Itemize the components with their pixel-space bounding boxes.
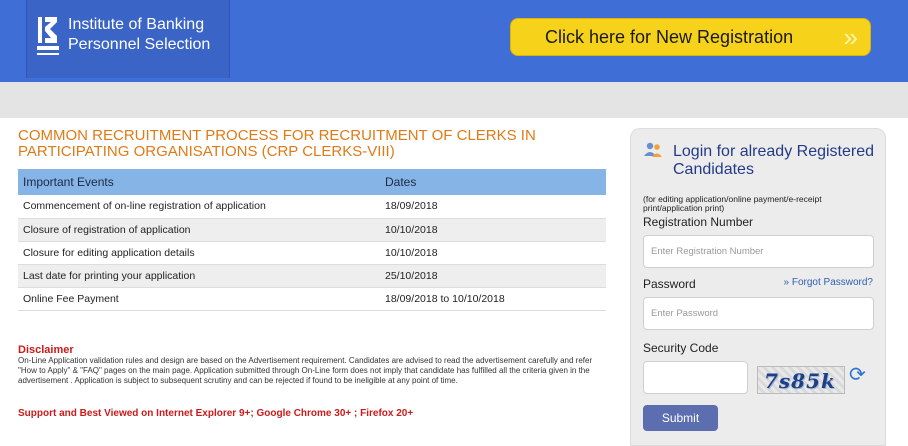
event-date: 18/09/2018 to 10/10/2018: [380, 287, 606, 311]
captcha-image: 7s85k: [757, 366, 845, 394]
table-header-row: Important Events Dates: [18, 169, 606, 195]
logo-line-2: Personnel Selection: [68, 36, 211, 53]
registration-number-label: Registration Number: [643, 215, 754, 229]
event-name: Closure of registration of application: [18, 218, 380, 242]
browser-support-note: Support and Best Viewed on Internet Expl…: [18, 408, 414, 419]
registration-number-placeholder: Enter Registration Number: [651, 246, 764, 257]
submit-button[interactable]: Submit: [643, 405, 718, 431]
registration-number-input[interactable]: Enter Registration Number: [643, 235, 874, 268]
login-panel: Login for already Registered Candidates …: [630, 128, 886, 446]
login-title: Login for already Registered Candidates: [673, 143, 875, 178]
table-row: Online Fee Payment 18/09/2018 to 10/10/2…: [18, 287, 606, 311]
password-input[interactable]: Enter Password: [643, 297, 874, 330]
disclaimer-title: Disclaimer: [18, 344, 74, 356]
important-events-table: Important Events Dates Commencement of o…: [18, 169, 606, 311]
chevron-right-double-icon: »: [783, 277, 790, 288]
table-row: Last date for printing your application …: [18, 264, 606, 288]
event-date: 10/10/2018: [380, 241, 606, 265]
nav-bar: [0, 82, 908, 118]
ibps-logo[interactable]: Institute of Banking Personnel Selection: [26, 0, 230, 78]
ibps-logo-icon: [37, 17, 59, 55]
event-date: 25/10/2018: [380, 264, 606, 288]
event-date: 18/09/2018: [380, 195, 606, 219]
event-name: Last date for printing your application: [18, 264, 380, 288]
table-row: Closure for editing application details …: [18, 241, 606, 265]
password-placeholder: Enter Password: [651, 308, 719, 319]
header: Institute of Banking Personnel Selection…: [0, 0, 908, 82]
logo-text: Institute of Banking Personnel Selection: [68, 15, 210, 55]
security-code-label: Security Code: [643, 341, 719, 355]
event-date: 10/10/2018: [380, 218, 606, 242]
refresh-icon[interactable]: ⟳: [849, 364, 869, 386]
forgot-password-link[interactable]: » Forgot Password?: [784, 277, 874, 288]
table-row: Commencement of on-line registration of …: [18, 195, 606, 219]
table-header-dates: Dates: [380, 169, 606, 195]
disclaimer-text: On-Line Application validation rules and…: [18, 356, 593, 385]
captcha-text: 7s85k: [764, 369, 836, 393]
chevron-right-double-icon: »: [843, 22, 858, 52]
table-row: Closure of registration of application 1…: [18, 218, 606, 242]
event-name: Online Fee Payment: [18, 287, 380, 311]
security-code-input[interactable]: [643, 361, 748, 394]
new-registration-button[interactable]: Click here for New Registration »: [510, 18, 871, 56]
new-registration-label: Click here for New Registration: [545, 26, 794, 47]
logo-line-1: Institute of Banking: [68, 16, 205, 33]
password-label: Password: [643, 277, 696, 291]
event-name: Commencement of on-line registration of …: [18, 195, 380, 219]
page-title: COMMON RECRUITMENT PROCESS FOR RECRUITME…: [18, 127, 536, 160]
forgot-password-label: Forgot Password?: [791, 277, 873, 288]
login-note: (for editing application/online payment/…: [643, 194, 822, 213]
table-header-events: Important Events: [18, 169, 380, 195]
event-name: Closure for editing application details: [18, 241, 380, 265]
users-icon: [644, 142, 662, 157]
main-content: COMMON RECRUITMENT PROCESS FOR RECRUITME…: [18, 128, 606, 311]
